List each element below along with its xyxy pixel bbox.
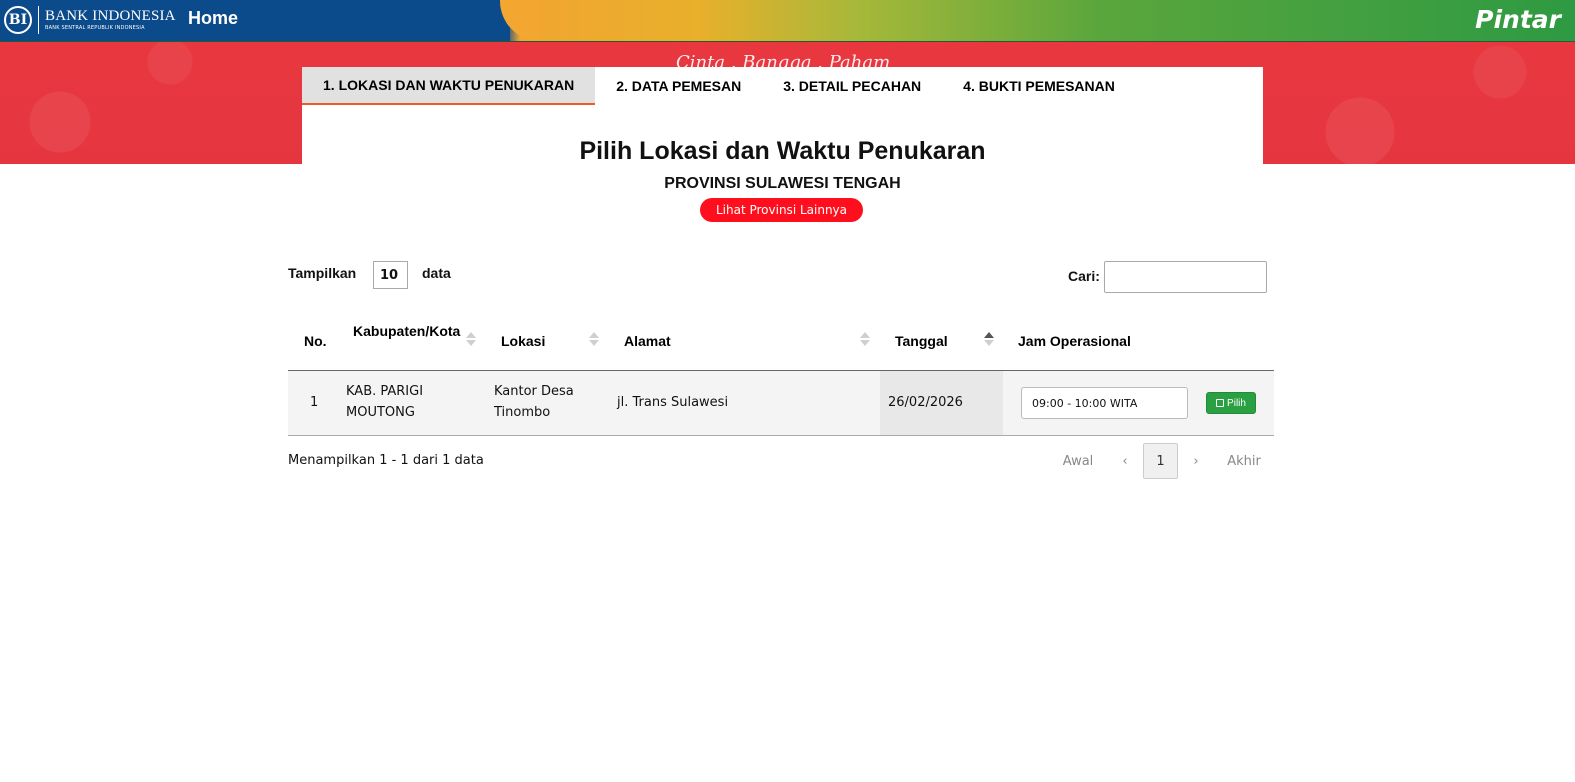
header-jam-operasional: Jam Operasional [1018, 333, 1131, 349]
wizard-tabs: 1. LOKASI DAN WAKTU PENUKARAN 2. DATA PE… [302, 67, 1136, 105]
bank-indonesia-logo[interactable]: BI BANK INDONESIA BANK SENTRAL REPUBLIK … [4, 4, 176, 36]
entries-per-page-input[interactable]: 10 [373, 261, 408, 289]
tab-bukti-pemesanan[interactable]: 4. BUKTI PEMESANAN [942, 67, 1136, 105]
cell-alamat: jl. Trans Sulawesi [617, 395, 729, 410]
logo-subtitle: BANK SENTRAL REPUBLIK INDONESIA [45, 25, 145, 31]
pintar-brand-logo[interactable]: Pintar [1475, 5, 1561, 34]
cell-lokasi: Kantor Desa Tinombo [494, 384, 574, 420]
tab-lokasi-waktu[interactable]: 1. LOKASI DAN WAKTU PENUKARAN [302, 67, 596, 105]
tab-detail-pecahan[interactable]: 3. DETAIL PECAHAN [762, 67, 942, 105]
header-no[interactable]: No. [304, 331, 327, 351]
page-title: Pilih Lokasi dan Waktu Penukaran [579, 137, 986, 165]
sort-kabupaten-icon[interactable] [466, 332, 476, 348]
pagination-current[interactable]: 1 [1143, 443, 1178, 479]
header-lokasi[interactable]: Lokasi [501, 331, 545, 351]
header-tanggal[interactable]: Tanggal [895, 331, 948, 351]
cell-no: 1 [310, 395, 319, 410]
cell-tanggal: 26/02/2026 [888, 395, 963, 410]
sort-tanggal-icon[interactable] [984, 332, 994, 348]
search-label: Cari: [1068, 268, 1100, 284]
home-link[interactable]: Home [188, 8, 238, 29]
show-entries-label: Tampilkan [288, 265, 357, 281]
header-alamat[interactable]: Alamat [624, 331, 671, 351]
table-row: 1 KAB. PARIGI MOUTONG Kantor Desa Tinomb… [288, 371, 1274, 436]
wizard-card: 1. LOKASI DAN WAKTU PENUKARAN 2. DATA PE… [302, 67, 1263, 227]
locations-table: No. Kabupaten/Kota Lokasi Alamat Tanggal… [288, 311, 1274, 436]
header-kabupaten[interactable]: Kabupaten/Kota [353, 321, 461, 341]
logo-title: BANK INDONESIA [45, 8, 176, 24]
table-header: No. Kabupaten/Kota Lokasi Alamat Tanggal… [288, 311, 1274, 371]
search-input[interactable] [1104, 261, 1267, 293]
pilih-button[interactable]: Pilih [1206, 392, 1256, 414]
pagination-next[interactable]: › [1183, 443, 1209, 479]
pagination-prev[interactable]: ‹ [1112, 443, 1138, 479]
tab-data-pemesan[interactable]: 2. DATA PEMESAN [595, 67, 762, 105]
sort-alamat-icon[interactable] [860, 332, 870, 348]
pagination-first[interactable]: Awal [1056, 443, 1100, 479]
bi-emblem-icon: BI [4, 6, 32, 34]
entries-data-label: data [422, 265, 451, 281]
other-province-button[interactable]: Lihat Provinsi Lainnya [700, 198, 863, 222]
cell-kabupaten: KAB. PARIGI MOUTONG [346, 384, 424, 420]
pagination-last[interactable]: Akhir [1220, 443, 1268, 479]
pilih-label: Pilih [1227, 397, 1246, 409]
top-navbar: BI BANK INDONESIA BANK SENTRAL REPUBLIK … [0, 0, 1575, 42]
sort-lokasi-icon[interactable] [589, 332, 599, 348]
time-slot-select[interactable]: 09:00 - 10:00 WITA [1021, 387, 1188, 419]
province-name: PROVINSI SULAWESI TENGAH [664, 175, 901, 192]
table-info: Menampilkan 1 - 1 dari 1 data [288, 453, 484, 468]
edit-icon [1216, 399, 1225, 407]
logo-separator [38, 6, 39, 34]
